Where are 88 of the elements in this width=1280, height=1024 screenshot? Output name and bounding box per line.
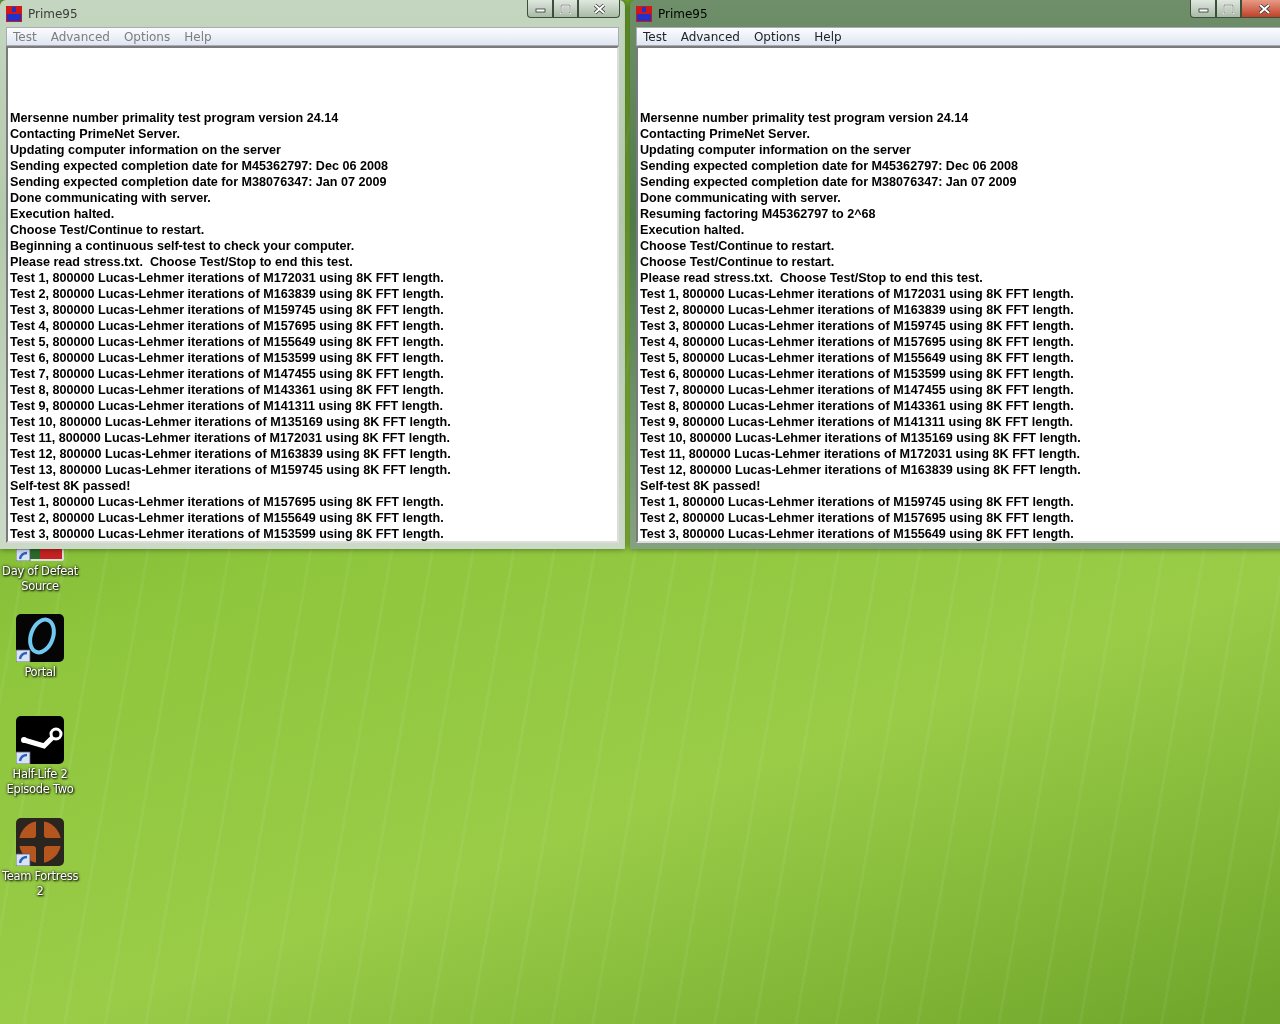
log-line: Test 8, 800000 Lucas-Lehmer iterations of M143361 using 8K FFT length. — [640, 398, 1075, 414]
menu-item[interactable]: Test — [641, 27, 675, 46]
log-line: Choose Test/Continue to restart. — [640, 238, 836, 254]
log-line: Test 1, 800000 Lucas-Lehmer iterations of M159745 using 8K FFT length. — [640, 494, 1075, 510]
log-line: Test 9, 800000 Lucas-Lehmer iterations of M141311 using 8K FFT length. — [10, 398, 444, 414]
log-line: Test 5, 800000 Lucas-Lehmer iterations of M155649 using 8K FFT length. — [10, 334, 445, 350]
log-line: Contacting PrimeNet Server. — [10, 126, 182, 142]
log-line: Test 8, 800000 Lucas-Lehmer iterations of M143361 using 8K FFT length. — [10, 382, 445, 398]
log-line: Self-test 8K passed! — [10, 478, 132, 494]
maximize-button[interactable] — [1216, 0, 1241, 18]
log-line: Test 2, 800000 Lucas-Lehmer iterations of M155649 using 8K FFT length. — [10, 510, 445, 526]
menu-item[interactable]: Test — [11, 27, 45, 46]
flag-shortcut-icon — [16, 549, 64, 561]
log-line: Updating computer information on the server — [640, 142, 912, 158]
log-line: Test 2, 800000 Lucas-Lehmer iterations of M163839 using 8K FFT length. — [10, 286, 445, 302]
menu-item[interactable]: Help — [812, 27, 850, 46]
log-line: Test 12, 800000 Lucas-Lehmer iterations of M163839 using 8K FFT length. — [10, 446, 452, 462]
close-button[interactable] — [578, 0, 620, 18]
log-line: Test 1, 800000 Lucas-Lehmer iterations of M157695 using 8K FFT length. — [10, 494, 445, 510]
log-line: Mersenne number primality test program version 24.14 — [640, 110, 970, 126]
log-line: Test 4, 800000 Lucas-Lehmer iterations of M157695 using 8K FFT length. — [640, 334, 1075, 350]
desktop-shortcut[interactable]: Half-Life 2 Episode Two — [0, 716, 80, 818]
log-line: Sending expected completion date for M38076347: Jan 07 2009 — [10, 174, 388, 190]
log-line: Sending expected completion date for M38076347: Jan 07 2009 — [640, 174, 1018, 190]
shortcut-label: Team Fortress 2 — [0, 869, 80, 899]
log-line: Test 2, 800000 Lucas-Lehmer iterations of M157695 using 8K FFT length. — [640, 510, 1075, 526]
ring-shortcut-icon — [16, 614, 64, 662]
log-line: Test 6, 800000 Lucas-Lehmer iterations of M153599 using 8K FFT length. — [640, 366, 1075, 382]
app-icon — [6, 5, 22, 22]
log-line: Sending expected completion date for M45362797: Dec 06 2008 — [640, 158, 1019, 174]
close-button[interactable] — [1241, 0, 1280, 18]
log-line: Choose Test/Continue to restart. — [640, 254, 836, 270]
log-line: Updating computer information on the server — [10, 142, 282, 158]
log-line: Test 9, 800000 Lucas-Lehmer iterations of M141311 using 8K FFT length. — [640, 414, 1074, 430]
menu-item[interactable]: Advanced — [678, 27, 748, 46]
window-title: Prime95 — [658, 5, 708, 23]
log-line: Please read stress.txt. Choose Test/Stop to end this test. — [640, 270, 984, 286]
log-line: Mersenne number primality test program version 24.14 — [10, 110, 340, 126]
log-line: Test 3, 800000 Lucas-Lehmer iterations of M153599 using 8K FFT length. — [10, 526, 445, 541]
log-line: Choose Test/Continue to restart. — [10, 222, 206, 238]
log-line: Execution halted. — [10, 206, 116, 222]
shortcut-label: Portal — [24, 665, 56, 680]
log-line: Test 1, 800000 Lucas-Lehmer iterations of M172031 using 8K FFT length. — [640, 286, 1075, 302]
maximize-icon — [560, 3, 571, 14]
pipe-shortcut-icon — [16, 716, 64, 764]
close-icon — [1258, 3, 1270, 14]
log-line: Test 3, 800000 Lucas-Lehmer iterations of M155649 using 8K FFT length. — [640, 526, 1075, 541]
desktop-shortcut[interactable]: Portal — [0, 614, 80, 716]
log-line: Test 12, 800000 Lucas-Lehmer iterations of M163839 using 8K FFT length. — [640, 462, 1082, 478]
log-line: Self-test 8K passed! — [640, 478, 762, 494]
log-line: Test 4, 800000 Lucas-Lehmer iterations of M157695 using 8K FFT length. — [10, 318, 445, 334]
log-line: Test 11, 800000 Lucas-Lehmer iterations of M172031 using 8K FFT length. — [10, 430, 451, 446]
log-line: Done communicating with server. — [10, 190, 212, 206]
menu-item[interactable]: Advanced — [48, 27, 118, 46]
log-line: Please read stress.txt. Choose Test/Stop to end this test. — [10, 254, 354, 270]
log-line: Test 7, 800000 Lucas-Lehmer iterations of M147455 using 8K FFT length. — [10, 366, 445, 382]
log-line: Test 13, 800000 Lucas-Lehmer iterations of M159745 using 8K FFT length. — [10, 462, 452, 478]
log-line: Contacting PrimeNet Server. — [640, 126, 812, 142]
log-line: Done communicating with server. — [640, 190, 842, 206]
log-line: Resuming factoring M45362797 to 2^68 — [640, 206, 877, 222]
window-title: Prime95 — [28, 5, 78, 23]
close-icon — [593, 3, 605, 14]
desktop-shortcut[interactable]: Day of Defeat Source — [0, 549, 80, 614]
minimize-button[interactable] — [1190, 0, 1216, 18]
log-line: Test 6, 800000 Lucas-Lehmer iterations of M153599 using 8K FFT length. — [10, 350, 445, 366]
log-line: Test 10, 800000 Lucas-Lehmer iterations of M135169 using 8K FFT length. — [10, 414, 452, 430]
cross-shortcut-icon — [16, 818, 64, 866]
shortcut-label: Day of Defeat Source — [1, 564, 79, 594]
log-line: Test 10, 800000 Lucas-Lehmer iterations of M135169 using 8K FFT length. — [640, 430, 1082, 446]
maximize-button[interactable] — [553, 0, 578, 18]
menu-item[interactable]: Help — [182, 27, 220, 46]
app-icon — [636, 5, 652, 22]
log-line: Execution halted. — [640, 222, 746, 238]
shortcut-label: Half-Life 2 Episode Two — [5, 767, 75, 797]
minimize-button[interactable] — [527, 0, 553, 18]
log-line: Beginning a continuous self-test to check your computer. — [10, 238, 356, 254]
log-line: Test 11, 800000 Lucas-Lehmer iterations of M172031 using 8K FFT length. — [640, 446, 1081, 462]
menu-item[interactable]: Options — [751, 27, 809, 46]
log-line: Test 3, 800000 Lucas-Lehmer iterations of M159745 using 8K FFT length. — [640, 318, 1075, 334]
log-line: Sending expected completion date for M45362797: Dec 06 2008 — [10, 158, 389, 174]
log-line: Test 1, 800000 Lucas-Lehmer iterations of M172031 using 8K FFT length. — [10, 270, 445, 286]
desktop-shortcut[interactable]: Team Fortress 2 — [0, 818, 80, 920]
log-line: Test 7, 800000 Lucas-Lehmer iterations of M147455 using 8K FFT length. — [640, 382, 1075, 398]
log-line: Test 3, 800000 Lucas-Lehmer iterations of M159745 using 8K FFT length. — [10, 302, 445, 318]
log-line: Test 5, 800000 Lucas-Lehmer iterations of M155649 using 8K FFT length. — [640, 350, 1075, 366]
menu-item[interactable]: Options — [121, 27, 179, 46]
log-line: Test 2, 800000 Lucas-Lehmer iterations of M163839 using 8K FFT length. — [640, 302, 1075, 318]
maximize-icon — [1223, 3, 1234, 14]
